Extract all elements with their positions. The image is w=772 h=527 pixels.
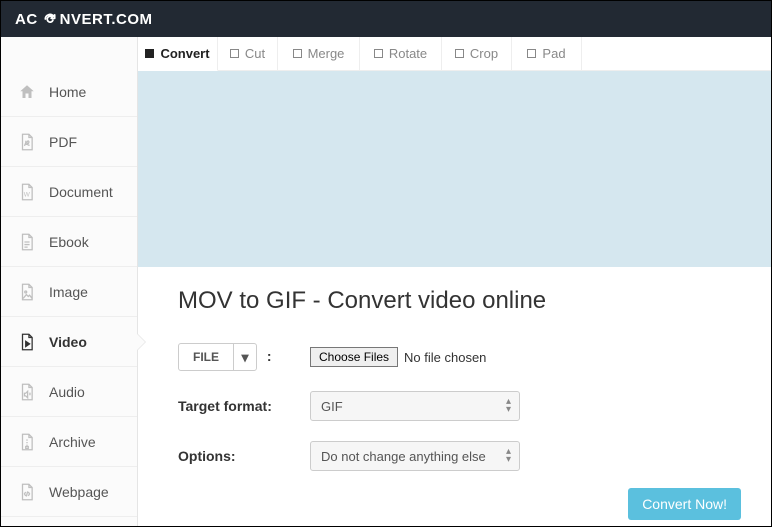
tab-pad[interactable]: Pad	[512, 37, 582, 71]
tab-label: Merge	[308, 46, 345, 61]
select-value: Do not change anything else	[321, 449, 486, 464]
square-icon	[145, 49, 154, 58]
tab-crop[interactable]: Crop	[442, 37, 512, 71]
tab-rotate[interactable]: Rotate	[360, 37, 442, 71]
sidebar-item-archive[interactable]: Archive	[1, 417, 137, 467]
tab-label: Crop	[470, 46, 498, 61]
tab-merge[interactable]: Merge	[278, 37, 360, 71]
ebook-file-icon	[17, 232, 37, 252]
webpage-file-icon	[17, 482, 37, 502]
sidebar-item-label: Webpage	[49, 484, 109, 500]
sidebar-item-label: Image	[49, 284, 88, 300]
square-icon	[293, 49, 302, 58]
sidebar-item-webpage[interactable]: Webpage	[1, 467, 137, 517]
colon: :	[267, 348, 272, 364]
sidebar-item-label: Ebook	[49, 234, 89, 250]
image-file-icon	[17, 282, 37, 302]
archive-file-icon	[17, 432, 37, 452]
no-file-text: No file chosen	[404, 350, 486, 365]
tab-label: Cut	[245, 46, 265, 61]
pdf-file-icon	[17, 132, 37, 152]
square-icon	[374, 49, 383, 58]
select-value: GIF	[321, 399, 343, 414]
sidebar-item-document[interactable]: W Document	[1, 167, 137, 217]
sidebar-item-label: Home	[49, 84, 86, 100]
document-file-icon: W	[17, 182, 37, 202]
square-icon	[230, 49, 239, 58]
square-icon	[455, 49, 464, 58]
sidebar-item-label: Audio	[49, 384, 85, 400]
file-source-dropdown[interactable]: FILE ▾	[178, 343, 257, 371]
sidebar-item-label: Archive	[49, 434, 96, 450]
tab-label: Convert	[160, 46, 209, 61]
square-icon	[527, 49, 536, 58]
sidebar-item-home[interactable]: Home	[1, 67, 137, 117]
sidebar-item-video[interactable]: Video	[1, 317, 137, 367]
sidebar-item-label: PDF	[49, 134, 77, 150]
file-source-label: FILE	[179, 344, 234, 370]
ad-banner	[138, 71, 771, 267]
tab-label: Rotate	[389, 46, 427, 61]
target-format-label: Target format:	[178, 398, 310, 414]
caret-down-icon: ▾	[234, 349, 256, 366]
audio-file-icon	[17, 382, 37, 402]
home-icon	[17, 82, 37, 102]
sidebar-item-image[interactable]: Image	[1, 267, 137, 317]
svg-text:W: W	[24, 191, 31, 198]
target-format-select[interactable]: GIF ▴▾	[310, 391, 520, 421]
sidebar-item-audio[interactable]: Audio	[1, 367, 137, 417]
options-label: Options:	[178, 448, 310, 464]
choose-files-button[interactable]: Choose Files	[310, 347, 398, 367]
tab-convert[interactable]: Convert	[138, 37, 218, 71]
refresh-icon	[42, 11, 58, 27]
source-label-cell: FILE ▾ :	[178, 343, 310, 371]
sidebar: Home PDF W Document Ebook Image	[1, 37, 138, 526]
tab-label: Pad	[542, 46, 565, 61]
sidebar-item-label: Video	[49, 334, 87, 350]
tab-cut[interactable]: Cut	[218, 37, 278, 71]
options-select[interactable]: Do not change anything else ▴▾	[310, 441, 520, 471]
brand-part1: AC	[15, 11, 38, 28]
convert-now-button[interactable]: Convert Now!	[628, 488, 741, 520]
updown-icon: ▴▾	[506, 448, 511, 464]
sidebar-item-ebook[interactable]: Ebook	[1, 217, 137, 267]
sidebar-item-pdf[interactable]: PDF	[1, 117, 137, 167]
topbar: AC NVERT.COM	[1, 1, 771, 37]
updown-icon: ▴▾	[506, 398, 511, 414]
brand-part2: NVERT.COM	[60, 11, 153, 28]
sidebar-item-label: Document	[49, 184, 113, 200]
page-title: MOV to GIF - Convert video online	[178, 287, 741, 315]
tabs: Convert Cut Merge Rotate Crop Pad	[138, 37, 771, 71]
video-file-icon	[17, 332, 37, 352]
